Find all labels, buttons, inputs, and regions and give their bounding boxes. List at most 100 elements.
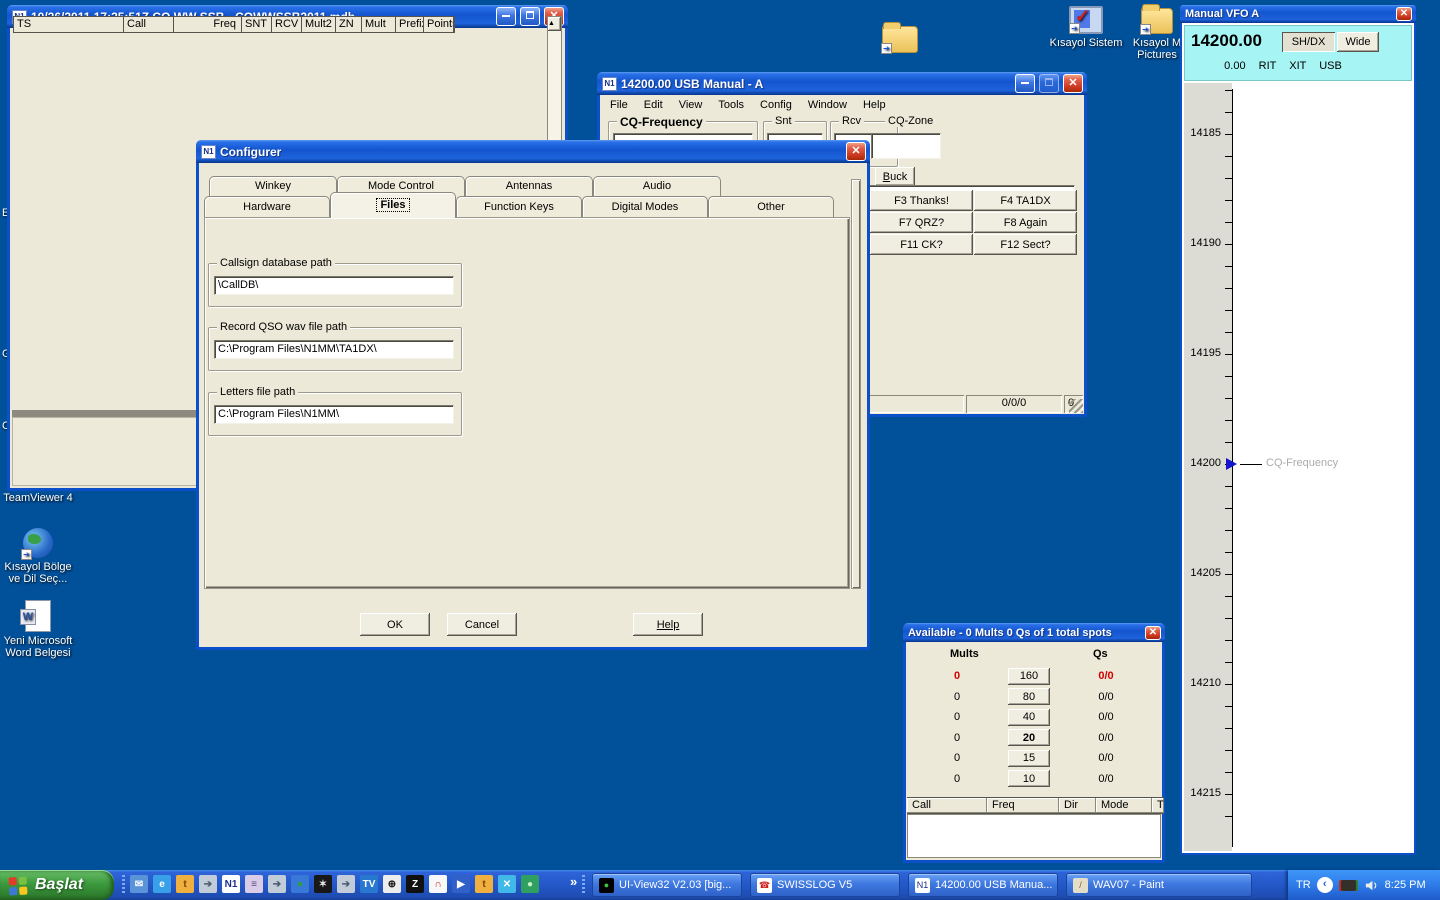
tab-function-keys[interactable]: Function Keys [456, 196, 582, 218]
log-column-zn[interactable]: ZN [336, 17, 362, 32]
cancel-button[interactable]: Cancel [447, 613, 517, 636]
send-arrow-icon-2[interactable]: ➔ [268, 875, 286, 893]
timer-icon[interactable]: t [176, 875, 194, 893]
minimize-button[interactable] [1015, 74, 1035, 93]
spot-column-mode[interactable]: Mode [1096, 798, 1152, 813]
ok-button[interactable]: OK [360, 613, 430, 636]
band-button-40[interactable]: 40 [1008, 709, 1050, 726]
taskbar-button-ui-view32-[interactable]: ●UI-View32 V2.03 [big... [592, 873, 742, 897]
log-column-ts[interactable]: TS [14, 17, 124, 32]
tray-chevron-icon[interactable]: ‹ [1317, 877, 1333, 893]
tab-files[interactable]: Files [330, 192, 456, 218]
tab-other[interactable]: Other [708, 196, 834, 218]
wide-button[interactable]: Wide [1337, 32, 1379, 52]
spot-column-freq[interactable]: Freq [987, 798, 1059, 813]
n1mm-logger-icon[interactable]: N1 [222, 875, 240, 893]
band-button-160[interactable]: 160 [1008, 668, 1050, 685]
menu-config[interactable]: Config [752, 99, 800, 111]
rit-label[interactable]: RIT [1259, 60, 1277, 72]
spot-column-call[interactable]: Call [907, 798, 987, 813]
internet-explorer-icon[interactable]: e [153, 875, 171, 893]
menu-file[interactable]: File [602, 99, 636, 111]
log-column-points[interactable]: Points [424, 17, 454, 32]
sstv-icon[interactable]: TV [360, 875, 378, 893]
log-column-prefix[interactable]: Prefix [396, 17, 424, 32]
tab-antennas[interactable]: Antennas [465, 176, 593, 196]
menu-help[interactable]: Help [855, 99, 894, 111]
log-column-snt[interactable]: SNT [242, 17, 272, 32]
cq-zone-input[interactable] [871, 133, 941, 159]
clock-icon[interactable]: t [475, 875, 493, 893]
log-column-call[interactable]: Call [124, 17, 174, 32]
fkey-button-f7[interactable]: F7 QRZ? [870, 212, 973, 233]
maximize-button[interactable] [520, 7, 540, 26]
fkey-button-f3[interactable]: F3 Thanks! [870, 190, 973, 211]
configurer-titlebar[interactable]: N1 Configurer ✕ [196, 140, 870, 163]
band-button-15[interactable]: 15 [1008, 750, 1050, 767]
tab-hardware[interactable]: Hardware [204, 196, 330, 218]
shdx-button[interactable]: SH/DX [1282, 32, 1335, 52]
meter-icon[interactable]: ∩ [429, 875, 447, 893]
desktop-icon-folder[interactable]: ➔ [862, 26, 938, 56]
language-indicator[interactable]: TR [1296, 879, 1311, 891]
volume-icon[interactable] [1364, 878, 1379, 893]
band-button-20[interactable]: 20 [1008, 729, 1050, 746]
fkey-button-f12[interactable]: F12 Sect? [974, 234, 1077, 255]
log-column-rcv[interactable]: RCV [272, 17, 302, 32]
clock[interactable]: 8:25 PM [1385, 879, 1426, 891]
taskbar-separator[interactable] [122, 875, 125, 895]
buck-button[interactable]: Buck [875, 167, 915, 186]
menu-tools[interactable]: Tools [710, 99, 752, 111]
desktop-icon-word-document[interactable]: W Yeni Microsoft Word Belgesi [0, 600, 76, 659]
vfo-titlebar[interactable]: Manual VFO A ✕ [1180, 5, 1416, 23]
menu-view[interactable]: View [671, 99, 711, 111]
close-button[interactable]: ✕ [1396, 7, 1412, 21]
entry-window-titlebar[interactable]: N1 14200.00 USB Manual - A ✕ [597, 72, 1087, 95]
tab-winkey[interactable]: Winkey [209, 176, 337, 196]
log-column-freq[interactable]: Freq [174, 17, 242, 32]
spot-column-t[interactable]: T [1152, 798, 1164, 813]
fkey-button-f11[interactable]: F11 CK? [870, 234, 973, 255]
media-player-icon[interactable]: ▶ [452, 875, 470, 893]
files-copy-icon[interactable]: ≡ [245, 875, 263, 893]
mode-label[interactable]: USB [1319, 60, 1342, 72]
resize-grip[interactable] [1069, 399, 1083, 413]
zigzag-icon[interactable]: Z [406, 875, 424, 893]
send-arrow-icon-3[interactable]: ➔ [337, 875, 355, 893]
path-input-record-qso-wav-file-path[interactable]: C:\Program Files\N1MM\TA1DX\ [214, 340, 454, 359]
menu-edit[interactable]: Edit [636, 99, 671, 111]
tray-device-icon[interactable] [1339, 880, 1358, 891]
start-button[interactable]: Başlat [0, 870, 114, 900]
path-input-letters-file-path[interactable]: C:\Program Files\N1MM\ [214, 405, 454, 424]
taskbar-button-swisslog-v[interactable]: ☎SWISSLOG V5 [750, 873, 900, 897]
taskbar-button-wav07-pa[interactable]: /WAV07 - Paint [1066, 873, 1252, 897]
desktop-icon-teamviewer[interactable]: TeamViewer 4 [0, 492, 76, 504]
xit-label[interactable]: XIT [1289, 60, 1306, 72]
cq-frequency-marker-icon[interactable] [1226, 458, 1237, 470]
minimize-button[interactable] [496, 7, 516, 26]
path-input-callsign-database-path[interactable]: \CallDB\ [214, 276, 454, 295]
send-arrow-icon[interactable]: ➔ [199, 875, 217, 893]
outlook-express-icon[interactable]: ✉ [130, 875, 148, 893]
close-button[interactable]: ✕ [846, 142, 866, 161]
help-button[interactable]: Help [633, 613, 703, 636]
tab-audio[interactable]: Audio [593, 176, 721, 196]
menu-window[interactable]: Window [800, 99, 855, 111]
close-button[interactable]: ✕ [1145, 626, 1161, 640]
fkey-button-f4[interactable]: F4 TA1DX [974, 190, 1077, 211]
globe2-icon[interactable]: ● [521, 875, 539, 893]
antenna-tracker-icon[interactable]: ✶ [314, 875, 332, 893]
close-button[interactable]: ✕ [1063, 74, 1083, 93]
butterfly-icon[interactable]: ✕ [498, 875, 516, 893]
tab-digital-modes[interactable]: Digital Modes [582, 196, 708, 218]
crosshair-icon[interactable]: ⊕ [383, 875, 401, 893]
fkey-button-f8[interactable]: F8 Again [974, 212, 1077, 233]
desktop-icon-kisayol-sistem[interactable]: ✓➔ Kısayol Sistem [1048, 6, 1124, 49]
spot-column-dir[interactable]: Dir [1059, 798, 1096, 813]
taskbar-button-14200-00-u[interactable]: N114200.00 USB Manua... [908, 873, 1058, 897]
desktop-icon-kisayol-bolge[interactable]: ➔ Kısayol Bölge ve Dil Seç... [0, 528, 76, 585]
scroll-up-icon[interactable]: ▲ [548, 17, 561, 31]
quick-launch-overflow-chevron[interactable]: » [570, 874, 577, 889]
available-titlebar[interactable]: Available - 0 Mults 0 Qs of 1 total spot… [903, 623, 1165, 642]
log-column-mult2[interactable]: Mult2 [302, 17, 336, 32]
